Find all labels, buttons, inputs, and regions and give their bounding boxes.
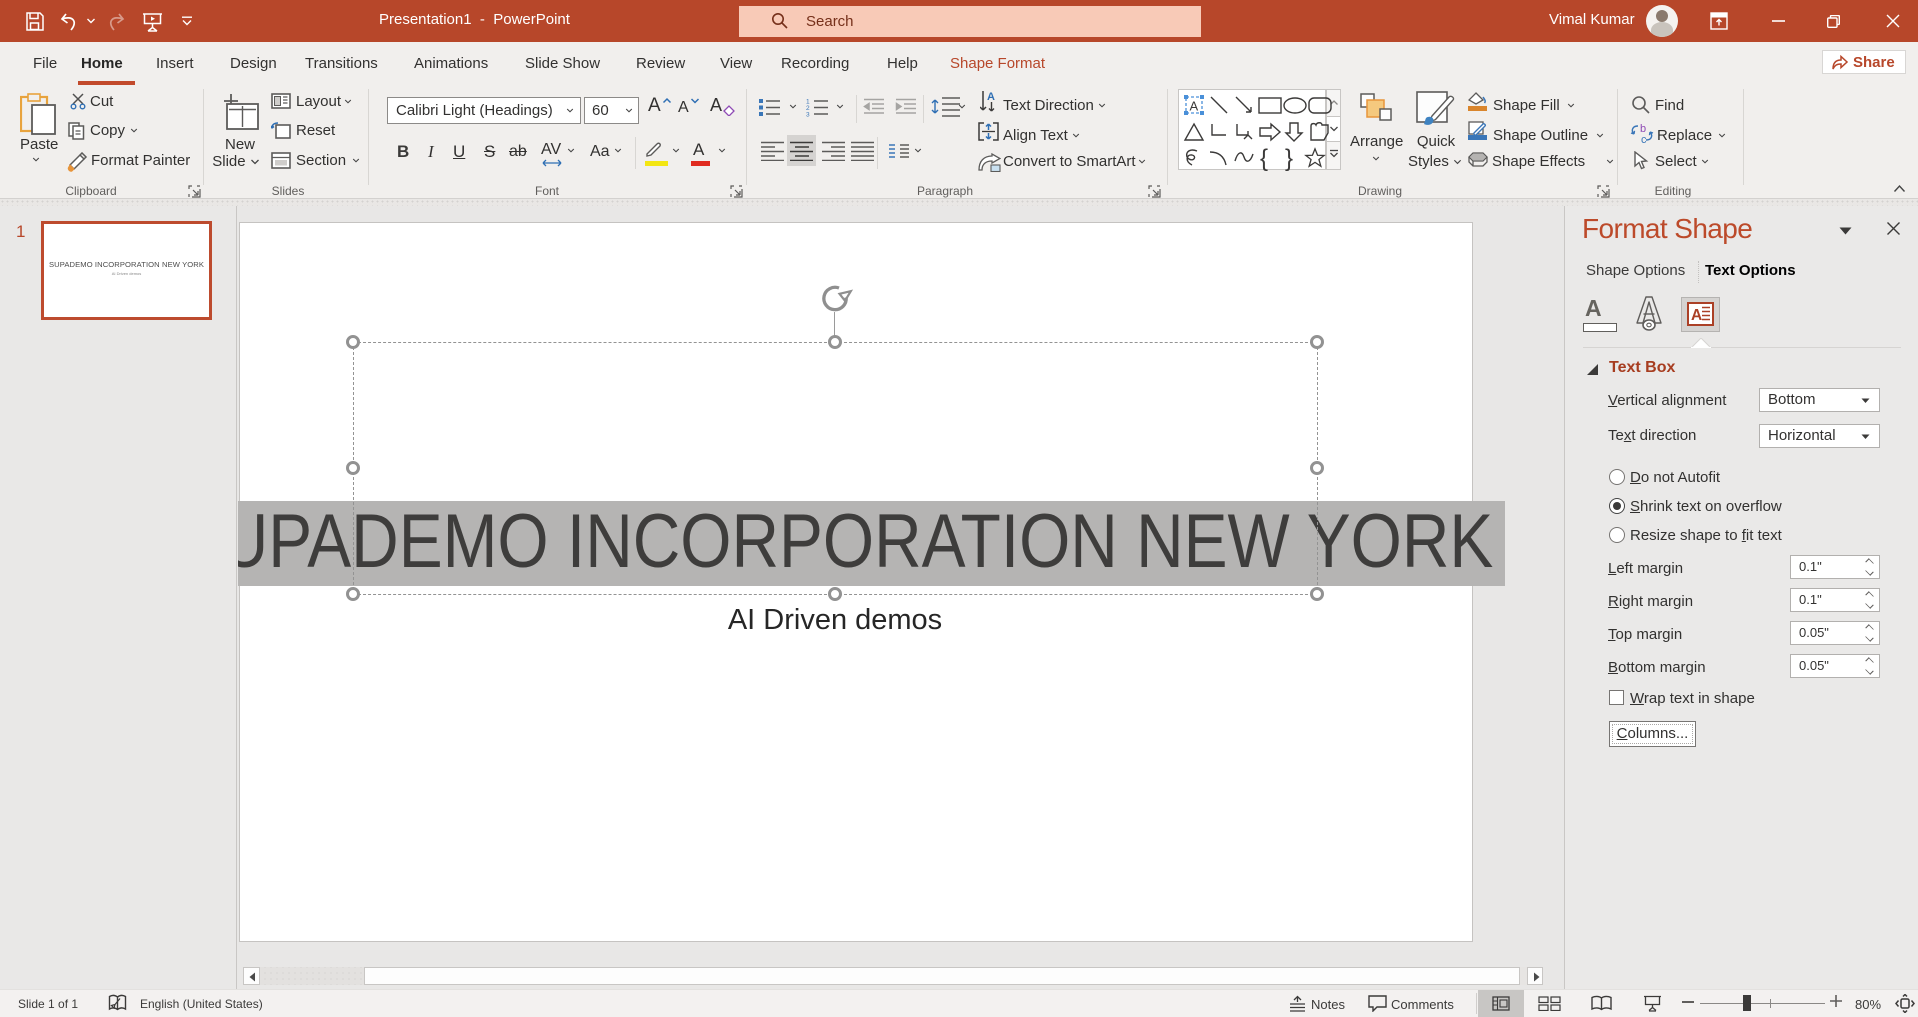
svg-text:A: A (987, 91, 995, 103)
svg-text:c: c (1641, 134, 1647, 144)
svg-text:3: 3 (806, 112, 810, 118)
svg-text:A: A (1190, 99, 1199, 114)
svg-text:A: A (1691, 307, 1702, 324)
